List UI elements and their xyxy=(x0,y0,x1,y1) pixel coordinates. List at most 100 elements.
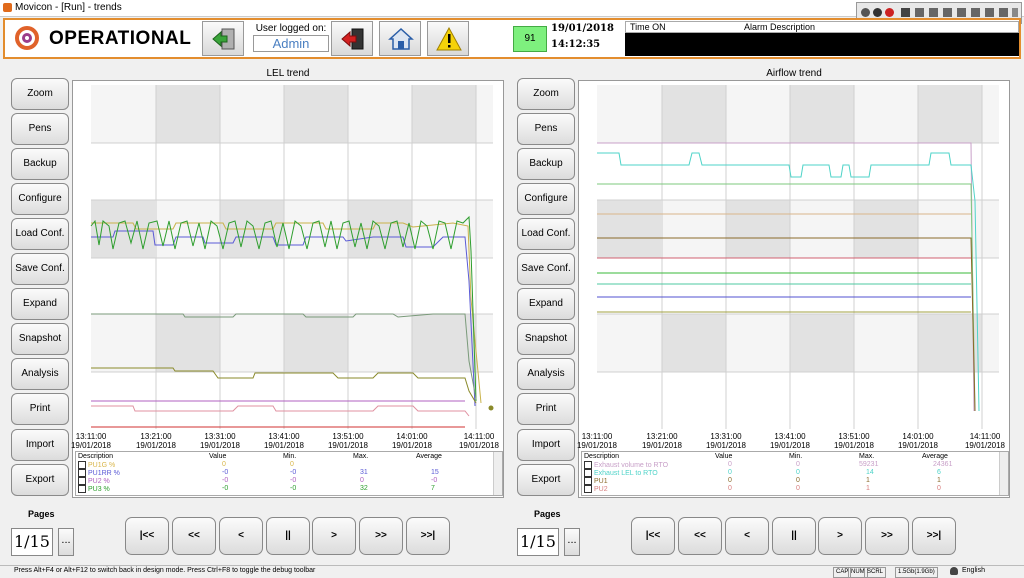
debug-table-icon[interactable] xyxy=(999,8,1008,17)
left-trend-pane[interactable]: 13:11:00 19/01/2018 13:21:00 19/01/2018 13… xyxy=(71,80,505,498)
home-icon xyxy=(388,27,414,50)
right-legend-col-desc: Description xyxy=(584,453,620,460)
right-nav-pause-button[interactable]: || xyxy=(772,517,816,555)
left-nav-prev-button[interactable]: < xyxy=(219,517,263,555)
right-page-picker-button[interactable]: ... xyxy=(564,528,580,556)
pen-checkbox[interactable] xyxy=(584,469,592,477)
alarm-col-desc[interactable]: Alarm Description xyxy=(744,22,815,32)
right-save-conf-button[interactable]: Save Conf. xyxy=(517,253,575,285)
left-nav-forward-button[interactable]: >> xyxy=(359,517,403,555)
right-legend-col-min: Min. xyxy=(789,453,803,460)
right-nav-prev-button[interactable]: < xyxy=(725,517,769,555)
left-tick-2: 13:31:00 19/01/2018 xyxy=(190,432,250,450)
status-hint: Press Alt+F4 or Alt+F12 to switch back i… xyxy=(14,567,316,574)
left-nav-next-button[interactable]: > xyxy=(312,517,356,555)
left-tick-0-time: 13:11:00 xyxy=(75,432,107,441)
right-load-conf-button[interactable]: Load Conf. xyxy=(517,218,575,250)
right-zoom-button[interactable]: Zoom xyxy=(517,78,575,110)
left-nav-first-button[interactable]: |<< xyxy=(125,517,169,555)
left-tick-0-date: 19/01/2018 xyxy=(70,441,112,450)
right-backup-button[interactable]: Backup xyxy=(517,148,575,180)
right-expand-button[interactable]: Expand xyxy=(517,288,575,320)
right-configure-button[interactable]: Configure xyxy=(517,183,575,215)
pen-checkbox[interactable] xyxy=(584,485,592,493)
debug-stop-icon[interactable] xyxy=(885,8,894,17)
right-tick-4-date: 19/01/2018 xyxy=(833,441,875,450)
left-legend-scrollbar[interactable] xyxy=(493,452,502,495)
left-zoom-button[interactable]: Zoom xyxy=(11,78,69,110)
alarm-button[interactable] xyxy=(427,21,469,56)
left-snapshot-button[interactable]: Snapshot xyxy=(11,323,69,355)
back-button[interactable] xyxy=(202,21,244,56)
right-nav-last-button[interactable]: >>| xyxy=(912,517,956,555)
debug-grid-icon[interactable] xyxy=(971,8,980,17)
left-save-conf-button[interactable]: Save Conf. xyxy=(11,253,69,285)
left-tick-6: 14:11:00 19/01/2018 xyxy=(449,432,509,450)
debug-window-icon[interactable] xyxy=(985,8,994,17)
left-pens-button[interactable]: Pens xyxy=(11,113,69,145)
debug-pie-icon[interactable] xyxy=(929,8,938,17)
left-legend-col-desc: Description xyxy=(78,453,114,460)
left-page-picker-button[interactable]: ... xyxy=(58,528,74,556)
left-configure-button[interactable]: Configure xyxy=(11,183,69,215)
right-tick-2: 13:31:00 19/01/2018 xyxy=(696,432,756,450)
pen-checkbox[interactable] xyxy=(584,461,592,469)
left-tick-1: 13:21:00 19/01/2018 xyxy=(126,432,186,450)
debug-lightning-icon[interactable] xyxy=(901,8,910,17)
left-print-button[interactable]: Print xyxy=(11,393,69,425)
left-legend-col-max: Max. xyxy=(353,453,369,460)
pen-checkbox[interactable] xyxy=(584,477,592,485)
left-export-button[interactable]: Export xyxy=(11,464,69,496)
right-nav-next-button[interactable]: > xyxy=(818,517,862,555)
right-pens-button[interactable]: Pens xyxy=(517,113,575,145)
right-tick-3-date: 19/01/2018 xyxy=(769,441,811,450)
logout-button[interactable] xyxy=(331,21,373,56)
left-legend-row[interactable]: PU3 % -0 -0 32 7 xyxy=(78,485,488,494)
left-trend-title: LEL trend xyxy=(266,68,310,79)
right-page-input[interactable]: 1/15 xyxy=(517,528,559,556)
left-expand-button[interactable]: Expand xyxy=(11,288,69,320)
right-nav-rewind-button[interactable]: << xyxy=(678,517,722,555)
left-page-input[interactable]: 1/15 xyxy=(11,528,53,556)
left-load-conf-button[interactable]: Load Conf. xyxy=(11,218,69,250)
left-backup-button[interactable]: Backup xyxy=(11,148,69,180)
pen-checkbox[interactable] xyxy=(78,469,86,477)
debug-info-icon[interactable] xyxy=(861,8,870,17)
left-nav-pause-button[interactable]: || xyxy=(266,517,310,555)
debug-list-icon[interactable] xyxy=(957,8,966,17)
right-legend-row[interactable]: PU2 0 0 1 0 xyxy=(584,485,994,494)
header-bar: OPERATIONAL User logged on: Admin 91 19/… xyxy=(3,18,1021,59)
pen-checkbox[interactable] xyxy=(78,485,86,493)
pen-checkbox[interactable] xyxy=(78,477,86,485)
debug-scroll-icon[interactable] xyxy=(1012,8,1018,17)
debug-gauge-icon[interactable] xyxy=(915,8,924,17)
right-nav-forward-button[interactable]: >> xyxy=(865,517,909,555)
right-legend-table[interactable]: Description Value Min. Max. Average Exha… xyxy=(581,451,1009,496)
logout-door-icon xyxy=(341,28,364,50)
right-nav-first-button[interactable]: |<< xyxy=(631,517,675,555)
right-legend-scrollbar[interactable] xyxy=(999,452,1008,495)
left-analysis-button[interactable]: Analysis xyxy=(11,358,69,390)
left-legend-table[interactable]: Description Value Min. Max. Average PU1G… xyxy=(75,451,503,496)
debug-clock-icon[interactable] xyxy=(943,8,952,17)
left-nav-last-button[interactable]: >>| xyxy=(406,517,450,555)
user-label: User logged on: xyxy=(255,23,327,34)
alarm-list[interactable] xyxy=(625,33,1019,56)
right-tick-6: 14:11:00 19/01/2018 xyxy=(955,432,1015,450)
right-export-button[interactable]: Export xyxy=(517,464,575,496)
right-trend-plot[interactable] xyxy=(579,81,1011,431)
left-nav-rewind-button[interactable]: << xyxy=(172,517,216,555)
right-snapshot-button[interactable]: Snapshot xyxy=(517,323,575,355)
right-analysis-button[interactable]: Analysis xyxy=(517,358,575,390)
pen-checkbox[interactable] xyxy=(78,461,86,469)
left-trend-plot[interactable] xyxy=(73,81,505,431)
left-tick-0: 13:11:00 19/01/2018 xyxy=(61,432,121,450)
alarm-col-time[interactable]: Time ON xyxy=(630,22,666,32)
user-value[interactable]: Admin xyxy=(253,35,329,52)
home-button[interactable] xyxy=(379,21,421,56)
right-tick-4: 13:51:00 19/01/2018 xyxy=(824,432,884,450)
right-tick-0-date: 19/01/2018 xyxy=(576,441,618,450)
debug-pause-icon[interactable] xyxy=(873,8,882,17)
right-print-button[interactable]: Print xyxy=(517,393,575,425)
right-trend-pane[interactable]: 13:11:00 19/01/2018 13:21:00 19/01/2018 13… xyxy=(576,80,1011,498)
